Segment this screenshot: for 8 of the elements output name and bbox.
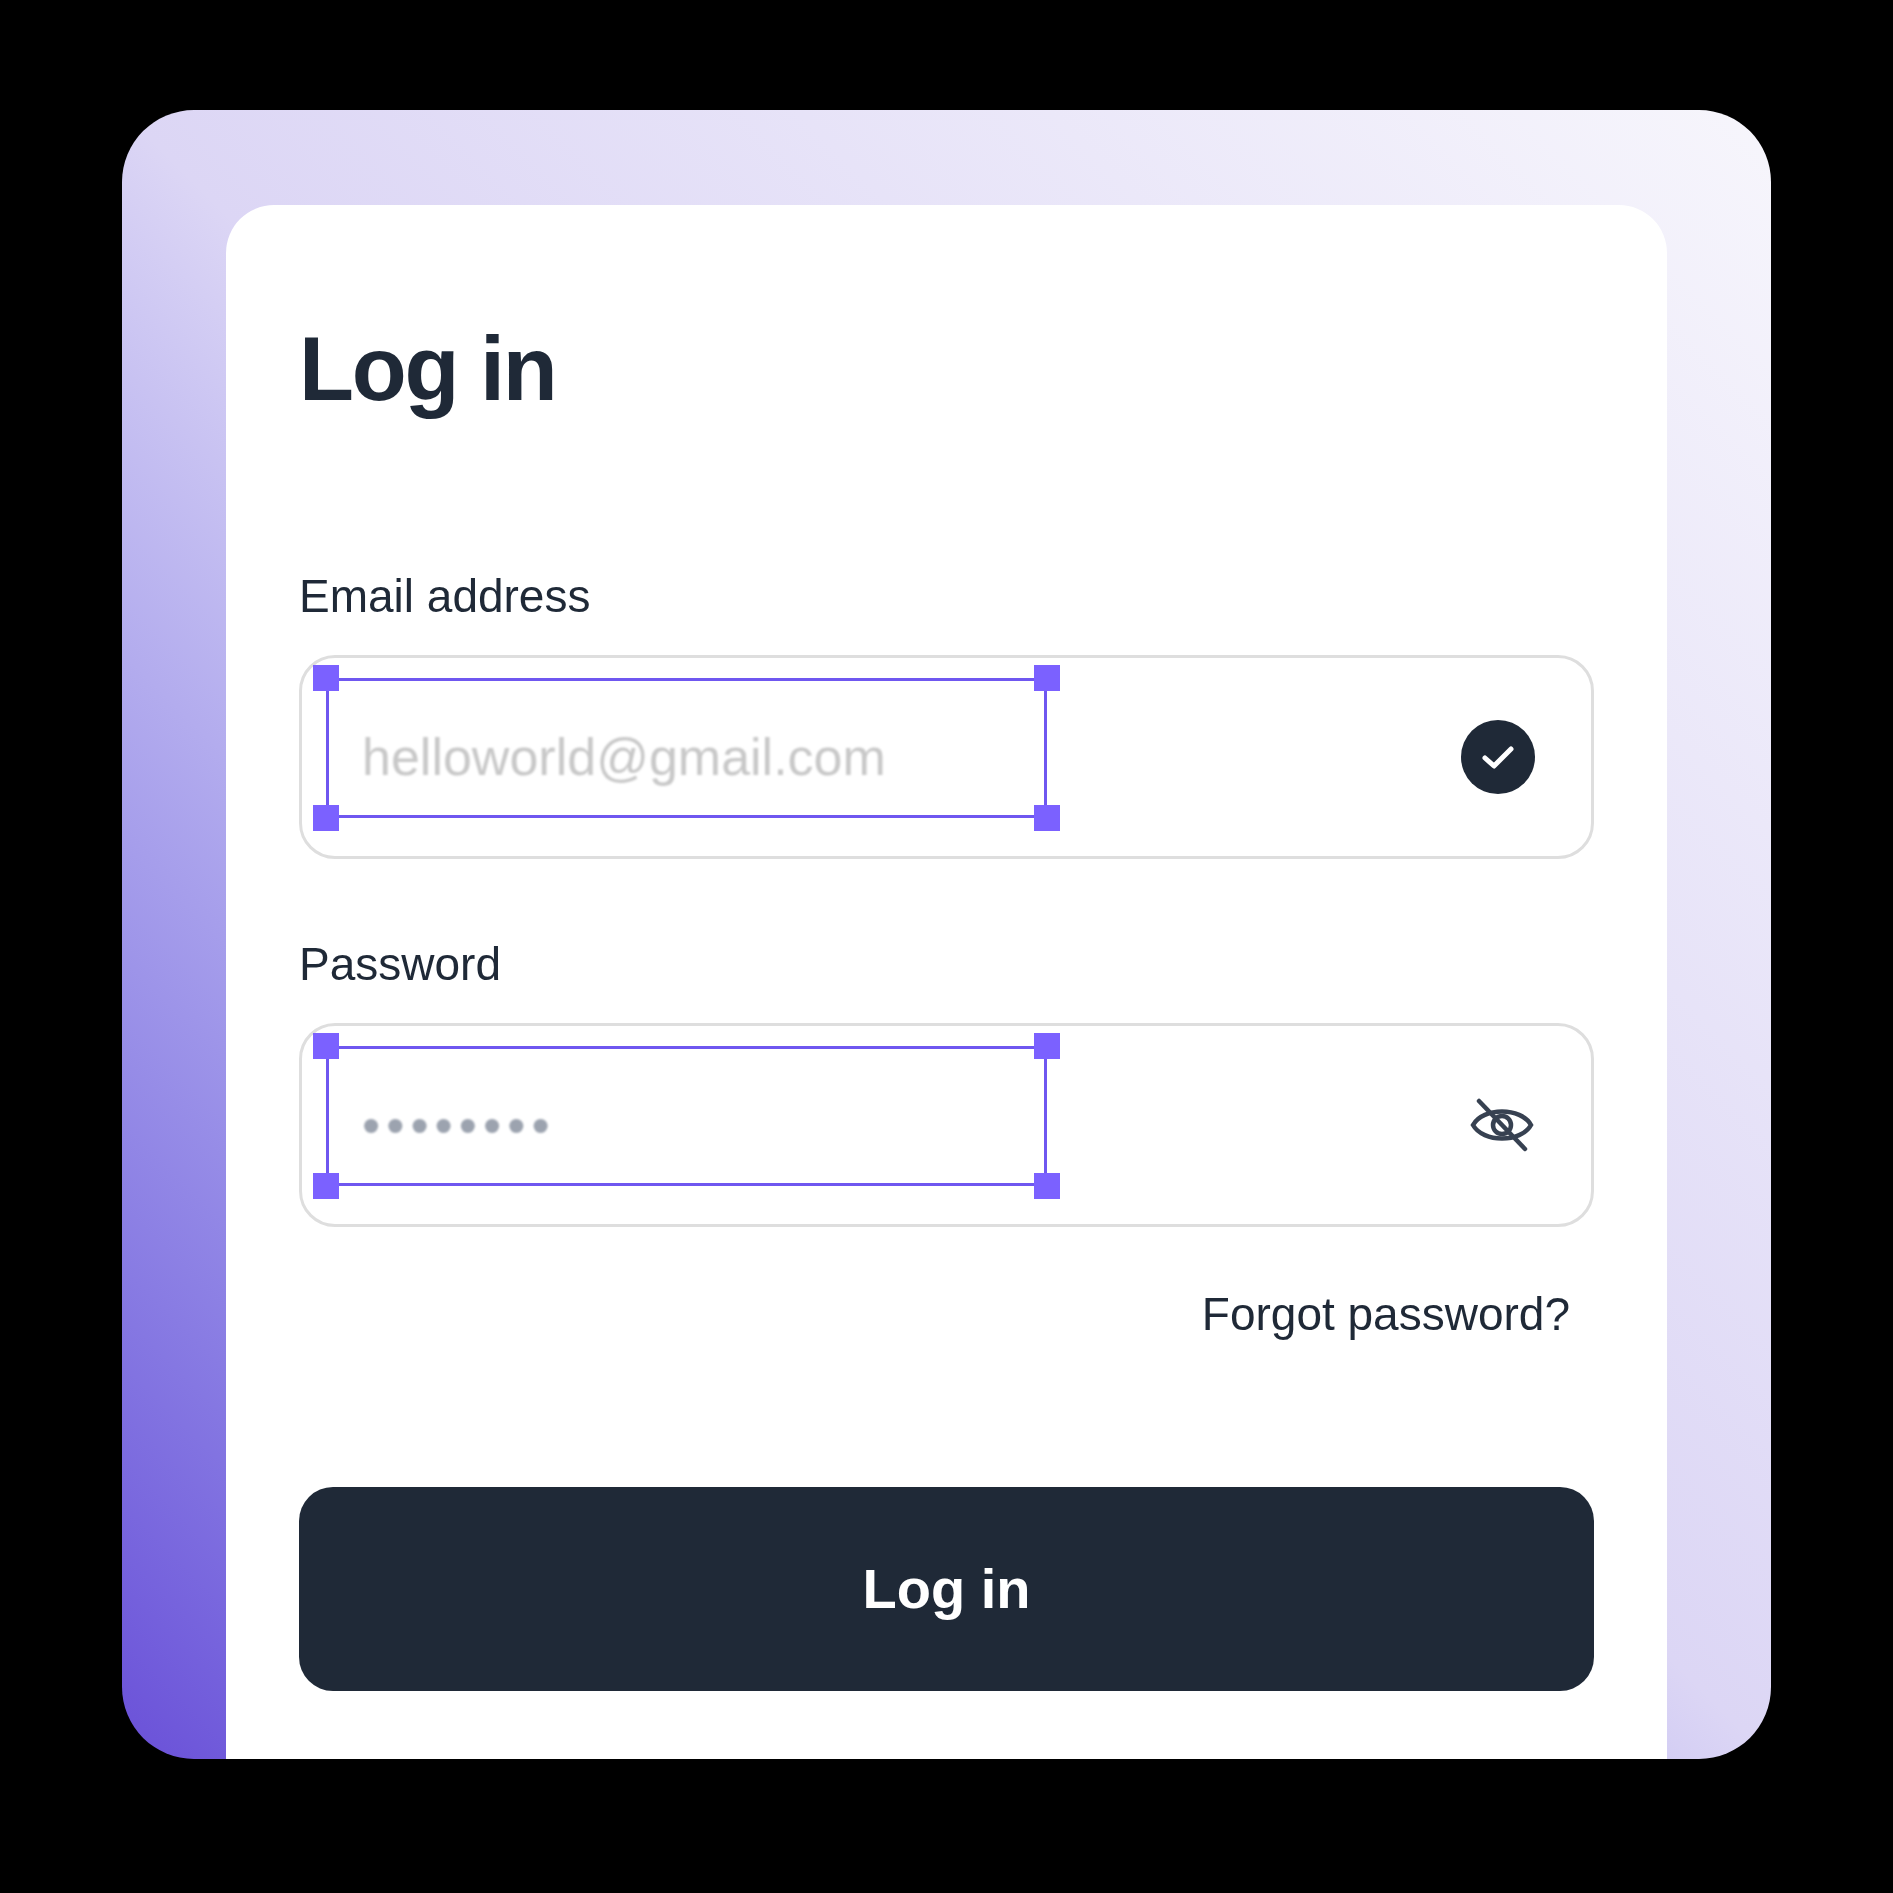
selection-frame[interactable] bbox=[313, 1033, 1060, 1199]
selection-frame[interactable] bbox=[313, 665, 1060, 831]
eye-slash-icon[interactable] bbox=[1469, 1097, 1535, 1153]
login-button[interactable]: Log in bbox=[299, 1487, 1594, 1691]
field-label: Email address bbox=[299, 573, 591, 619]
field-value: •••••••• bbox=[362, 1095, 556, 1156]
field-label: Password bbox=[299, 941, 501, 987]
page-title: Log in bbox=[299, 318, 556, 421]
